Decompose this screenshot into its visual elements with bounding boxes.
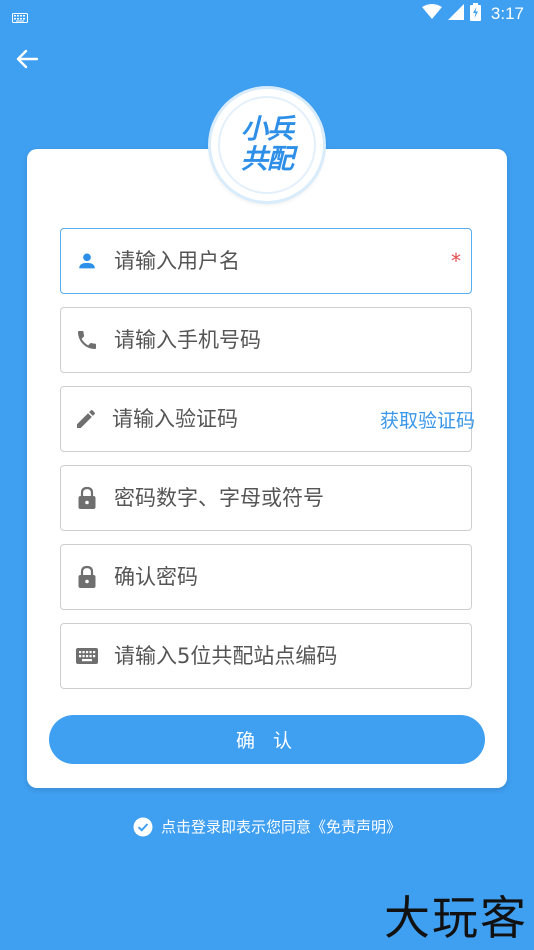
- password-field[interactable]: [60, 465, 472, 531]
- code-field[interactable]: 获取验证码: [60, 386, 475, 452]
- required-mark: *: [451, 249, 461, 273]
- username-field[interactable]: *: [60, 228, 472, 294]
- app-logo: 小兵 共配: [211, 89, 323, 201]
- pencil-icon: [74, 406, 98, 432]
- get-code-button[interactable]: 获取验证码: [380, 406, 475, 433]
- agreement-row: 点击登录即表示您同意《免责声明》: [0, 816, 534, 837]
- code-input[interactable]: [112, 407, 380, 431]
- battery-icon: [469, 3, 481, 25]
- lock-icon: [74, 485, 100, 511]
- person-icon: [74, 248, 100, 274]
- keyboard-icon: [74, 643, 100, 669]
- username-input[interactable]: [114, 249, 451, 273]
- back-button[interactable]: [12, 46, 42, 76]
- phone-field[interactable]: [60, 307, 472, 373]
- status-bar: 3:17: [0, 0, 534, 28]
- wifi-icon: [421, 4, 442, 24]
- watermark: 大玩客: [384, 891, 528, 945]
- logo-line1: 小兵: [241, 114, 294, 145]
- password-input[interactable]: [114, 486, 471, 510]
- keyboard-icon: [12, 8, 28, 27]
- signal-icon: [447, 4, 464, 24]
- confirm-password-field[interactable]: [60, 544, 472, 610]
- station-code-input[interactable]: [114, 644, 471, 668]
- station-code-field[interactable]: [60, 623, 472, 689]
- lock-icon: [74, 564, 100, 590]
- confirm-button[interactable]: 确 认: [49, 715, 485, 764]
- logo-line2: 共配: [241, 144, 294, 175]
- phone-icon: [74, 327, 100, 353]
- agreement-text[interactable]: 点击登录即表示您同意《免责声明》: [161, 816, 401, 837]
- phone-input[interactable]: [114, 328, 471, 352]
- arrow-left-icon: [16, 49, 39, 73]
- check-circle-icon[interactable]: [133, 817, 153, 837]
- confirm-password-input[interactable]: [114, 565, 471, 589]
- status-time: 3:17: [490, 4, 524, 23]
